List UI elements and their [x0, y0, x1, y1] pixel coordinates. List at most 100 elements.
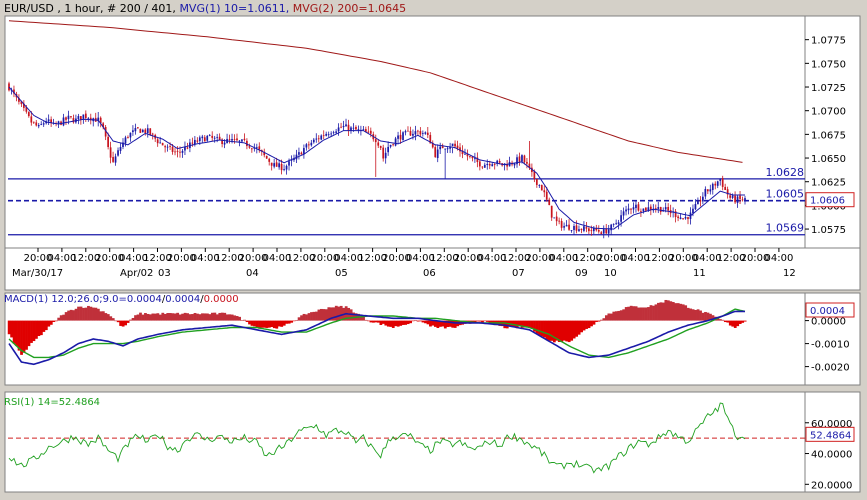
- candle[interactable]: [697, 200, 699, 205]
- candle[interactable]: [65, 117, 67, 120]
- candle[interactable]: [679, 217, 682, 219]
- candle[interactable]: [327, 134, 330, 136]
- candle[interactable]: [563, 226, 565, 228]
- candle[interactable]: [146, 128, 149, 134]
- candle[interactable]: [521, 155, 523, 162]
- candle[interactable]: [538, 185, 541, 186]
- candle[interactable]: [711, 183, 714, 191]
- candle[interactable]: [27, 112, 30, 117]
- candle[interactable]: [719, 178, 722, 181]
- candle[interactable]: [70, 116, 72, 118]
- candle[interactable]: [374, 139, 377, 143]
- candle[interactable]: [307, 144, 310, 146]
- candle[interactable]: [744, 198, 746, 200]
- candle[interactable]: [687, 217, 689, 220]
- candle[interactable]: [35, 122, 38, 126]
- candle[interactable]: [352, 127, 355, 129]
- candle[interactable]: [565, 224, 568, 227]
- candle[interactable]: [191, 142, 194, 144]
- candle[interactable]: [340, 126, 342, 128]
- candle[interactable]: [699, 200, 702, 202]
- candle[interactable]: [156, 139, 159, 144]
- candle[interactable]: [394, 138, 397, 146]
- candle[interactable]: [414, 131, 417, 135]
- candle[interactable]: [625, 209, 627, 212]
- candle[interactable]: [677, 216, 679, 219]
- candle[interactable]: [607, 229, 610, 234]
- candle[interactable]: [684, 216, 687, 219]
- candle[interactable]: [417, 130, 419, 132]
- candle[interactable]: [335, 131, 337, 133]
- candle[interactable]: [62, 117, 65, 126]
- candle[interactable]: [139, 128, 142, 133]
- candle[interactable]: [590, 230, 593, 232]
- candle[interactable]: [40, 124, 43, 125]
- candle[interactable]: [211, 135, 214, 138]
- candle[interactable]: [159, 142, 162, 144]
- candle[interactable]: [627, 208, 630, 211]
- candle[interactable]: [664, 207, 667, 210]
- candle[interactable]: [320, 135, 323, 140]
- candle[interactable]: [377, 142, 380, 146]
- candle[interactable]: [533, 171, 536, 180]
- candle[interactable]: [82, 114, 85, 119]
- candle[interactable]: [654, 208, 657, 209]
- candle[interactable]: [37, 125, 40, 127]
- candle[interactable]: [635, 204, 637, 209]
- candle[interactable]: [164, 146, 166, 148]
- candle[interactable]: [632, 207, 635, 210]
- candle[interactable]: [201, 136, 204, 139]
- candle[interactable]: [694, 204, 697, 210]
- candle[interactable]: [709, 189, 712, 192]
- candle[interactable]: [312, 139, 315, 143]
- candle[interactable]: [550, 205, 553, 218]
- candle[interactable]: [706, 189, 709, 192]
- candle[interactable]: [526, 161, 528, 164]
- candle[interactable]: [605, 228, 608, 234]
- candle[interactable]: [283, 169, 285, 170]
- candle[interactable]: [734, 195, 736, 203]
- candle[interactable]: [362, 129, 365, 131]
- candle[interactable]: [469, 156, 471, 157]
- candle[interactable]: [270, 162, 273, 166]
- candle[interactable]: [439, 146, 442, 150]
- candle[interactable]: [488, 164, 491, 166]
- candle[interactable]: [454, 143, 456, 147]
- candle[interactable]: [404, 131, 407, 133]
- candle[interactable]: [216, 137, 219, 139]
- candle[interactable]: [379, 146, 382, 148]
- candle[interactable]: [236, 138, 238, 141]
- candle[interactable]: [265, 155, 268, 159]
- candle[interactable]: [305, 144, 308, 148]
- candle[interactable]: [464, 153, 466, 155]
- candle[interactable]: [278, 163, 280, 168]
- candle[interactable]: [32, 121, 35, 123]
- candle[interactable]: [573, 226, 575, 230]
- candle[interactable]: [315, 138, 318, 140]
- candle[interactable]: [545, 191, 548, 200]
- candle[interactable]: [419, 131, 422, 135]
- candle[interactable]: [367, 131, 370, 133]
- candle[interactable]: [330, 133, 333, 135]
- candle[interactable]: [213, 137, 216, 139]
- candle[interactable]: [161, 142, 164, 146]
- candle[interactable]: [436, 149, 439, 159]
- candle[interactable]: [347, 124, 350, 131]
- candle[interactable]: [196, 140, 199, 142]
- candle[interactable]: [739, 195, 741, 199]
- candle[interactable]: [273, 163, 276, 167]
- candle[interactable]: [250, 148, 253, 150]
- candle[interactable]: [248, 146, 251, 148]
- candle[interactable]: [535, 178, 538, 185]
- candle[interactable]: [714, 183, 717, 186]
- candle[interactable]: [407, 130, 409, 132]
- candle[interactable]: [543, 190, 546, 193]
- candle[interactable]: [198, 137, 201, 142]
- candle[interactable]: [657, 207, 660, 209]
- candle[interactable]: [136, 127, 139, 129]
- candle[interactable]: [682, 218, 684, 220]
- candle[interactable]: [397, 135, 399, 139]
- candle[interactable]: [238, 140, 241, 142]
- candle[interactable]: [181, 150, 184, 153]
- candle[interactable]: [134, 128, 137, 132]
